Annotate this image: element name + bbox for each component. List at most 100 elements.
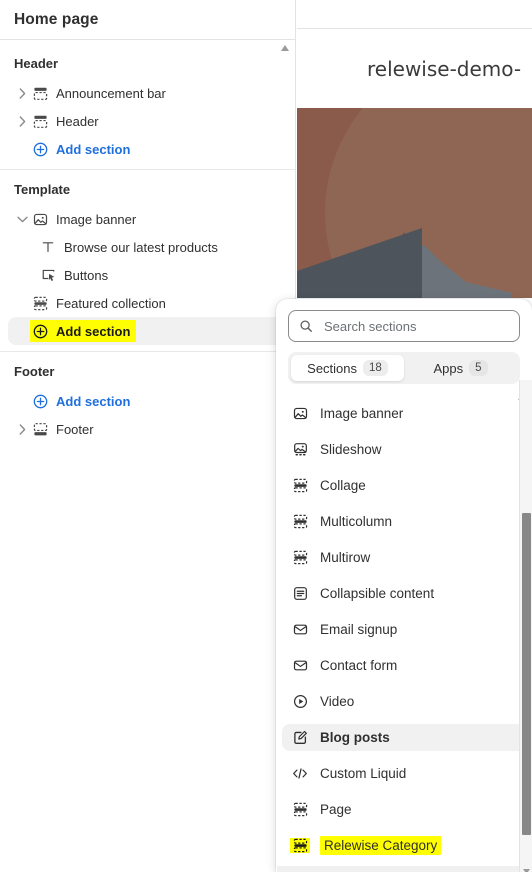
list-item-label: Collapsible content: [320, 586, 435, 601]
collapsible-icon: [290, 586, 310, 601]
blog-icon: [290, 730, 310, 745]
group-title-footer: Footer: [14, 364, 55, 379]
list-item-multicolumn[interactable]: Multicolumn: [282, 508, 526, 535]
chevron-right-icon[interactable]: [14, 115, 30, 127]
sidebar-header: Home page: [0, 0, 295, 40]
add-section-label: Add section: [56, 141, 131, 157]
sidebar-item-footer[interactable]: Footer: [8, 415, 287, 443]
sidebar-item-label: Announcement bar: [56, 85, 166, 101]
sidebar-item-image-banner[interactable]: Image banner: [8, 205, 287, 233]
list-item-video[interactable]: Video: [282, 688, 526, 715]
chevron-right-icon[interactable]: [14, 87, 30, 99]
sidebar-item-announcement-bar[interactable]: Announcement bar: [8, 79, 287, 107]
add-section-popover: Sections 18 Apps 5 Image: [276, 299, 532, 872]
list-item-page[interactable]: Page: [282, 796, 526, 823]
section-icon: [290, 802, 310, 817]
sidebar-item-label: Footer: [56, 421, 94, 437]
list-item-label: Email signup: [320, 622, 398, 637]
add-section-label: Add section: [56, 393, 131, 409]
list-item-collage[interactable]: Collage: [282, 472, 526, 499]
sidebar-block-label: Browse our latest products: [64, 239, 218, 255]
popover-tabs: Sections 18 Apps 5: [288, 352, 520, 384]
play-circle-icon: [290, 694, 310, 709]
add-section-button-template[interactable]: Add section: [8, 317, 287, 345]
list-item-label: Blog posts: [320, 730, 390, 745]
tab-sections-count: 18: [363, 360, 388, 376]
list-item-label: Multicolumn: [320, 514, 393, 529]
list-item-label: Image banner: [320, 406, 404, 421]
search-input[interactable]: [322, 317, 509, 335]
section-icon: [30, 114, 50, 129]
window-scrollbar[interactable]: [519, 380, 532, 872]
scrollbar-thumb[interactable]: [522, 513, 531, 835]
plus-circle-icon: [30, 142, 50, 157]
list-item-label: Custom Liquid: [320, 766, 407, 781]
list-item-slideshow[interactable]: Slideshow: [282, 436, 526, 463]
theme-editor-sidebar: Home page Header Announcement bar Header…: [0, 0, 296, 872]
sidebar-item-label: Image banner: [56, 211, 137, 227]
list-item-blog-posts[interactable]: Blog posts: [282, 724, 526, 751]
sidebar-group-footer: Footer Add section Footer: [0, 351, 295, 449]
text-icon: [38, 240, 58, 254]
add-section-button-footer[interactable]: Add section: [8, 387, 287, 415]
preview-store-header: relewise-demo-: [297, 29, 532, 108]
scroll-up-arrow-icon[interactable]: [280, 44, 290, 52]
section-list: Image banner Slideshow Collage Multicolu…: [276, 384, 532, 872]
list-item-label: Video: [320, 694, 355, 709]
list-item-label: Contact form: [320, 658, 398, 673]
sidebar-block-buttons[interactable]: Buttons: [8, 261, 287, 289]
sidebar-item-featured-collection[interactable]: Featured collection: [8, 289, 287, 317]
section-icon: [30, 86, 50, 101]
envelope-icon: [290, 622, 310, 637]
code-icon: [290, 766, 310, 781]
add-section-label: Add section: [56, 323, 131, 339]
list-item-contact-form[interactable]: Contact form: [282, 652, 526, 679]
sidebar-block-label: Buttons: [64, 267, 109, 283]
group-title-header: Header: [14, 56, 59, 71]
plus-circle-icon: [30, 394, 50, 409]
image-icon: [290, 406, 310, 421]
list-item-multirow[interactable]: Multirow: [282, 544, 526, 571]
sidebar-block-heading-text[interactable]: Browse our latest products: [8, 233, 287, 261]
section-icon: [290, 478, 310, 493]
tab-apps-count: 5: [469, 360, 488, 376]
sidebar-group-header: Header Announcement bar Header Add secti…: [0, 44, 295, 169]
section-icon: [290, 838, 310, 853]
sidebar-item-label: Header: [56, 113, 99, 129]
sidebar-item-label: Featured collection: [56, 295, 166, 311]
tab-sections-label: Sections: [307, 360, 358, 376]
chevron-right-icon[interactable]: [14, 423, 30, 435]
sidebar-group-template: Template Image banner Browse our latest …: [0, 169, 295, 351]
list-item-relewise-category[interactable]: Relewise Category: [282, 832, 526, 859]
image-icon: [30, 212, 50, 227]
envelope-icon: [290, 658, 310, 673]
search-icon: [299, 319, 313, 333]
chevron-down-icon[interactable]: [14, 216, 30, 223]
sidebar-body: Header Announcement bar Header Add secti…: [0, 40, 295, 449]
page-title: Home page: [14, 10, 99, 28]
section-icon: [30, 296, 50, 311]
section-icon: [30, 422, 50, 437]
tab-apps[interactable]: Apps 5: [404, 355, 517, 381]
list-item-image-banner[interactable]: Image banner: [282, 400, 526, 427]
list-item-label: Collage: [320, 478, 366, 493]
sidebar-item-header[interactable]: Header: [8, 107, 287, 135]
scroll-down-arrow-icon[interactable]: [522, 862, 531, 872]
list-item-custom-liquid[interactable]: Custom Liquid: [282, 760, 526, 787]
tab-sections[interactable]: Sections 18: [291, 355, 404, 381]
section-icon: [290, 550, 310, 565]
add-section-button-header[interactable]: Add section: [8, 135, 287, 163]
search-sections-field[interactable]: [288, 310, 520, 342]
highlight-marker: Add section: [30, 320, 137, 342]
list-item-label: Relewise Category: [320, 836, 442, 855]
preview-topbar: [297, 0, 532, 29]
plus-circle-icon: [30, 324, 50, 339]
list-item-label: Multirow: [320, 550, 371, 565]
list-item-collapsible-content[interactable]: Collapsible content: [282, 580, 526, 607]
tab-apps-label: Apps: [433, 360, 464, 376]
store-name: relewise-demo-: [367, 56, 522, 81]
popover-bottom-edge: [277, 866, 523, 872]
list-item-label: Slideshow: [320, 442, 382, 457]
section-icon: [290, 514, 310, 529]
list-item-email-signup[interactable]: Email signup: [282, 616, 526, 643]
